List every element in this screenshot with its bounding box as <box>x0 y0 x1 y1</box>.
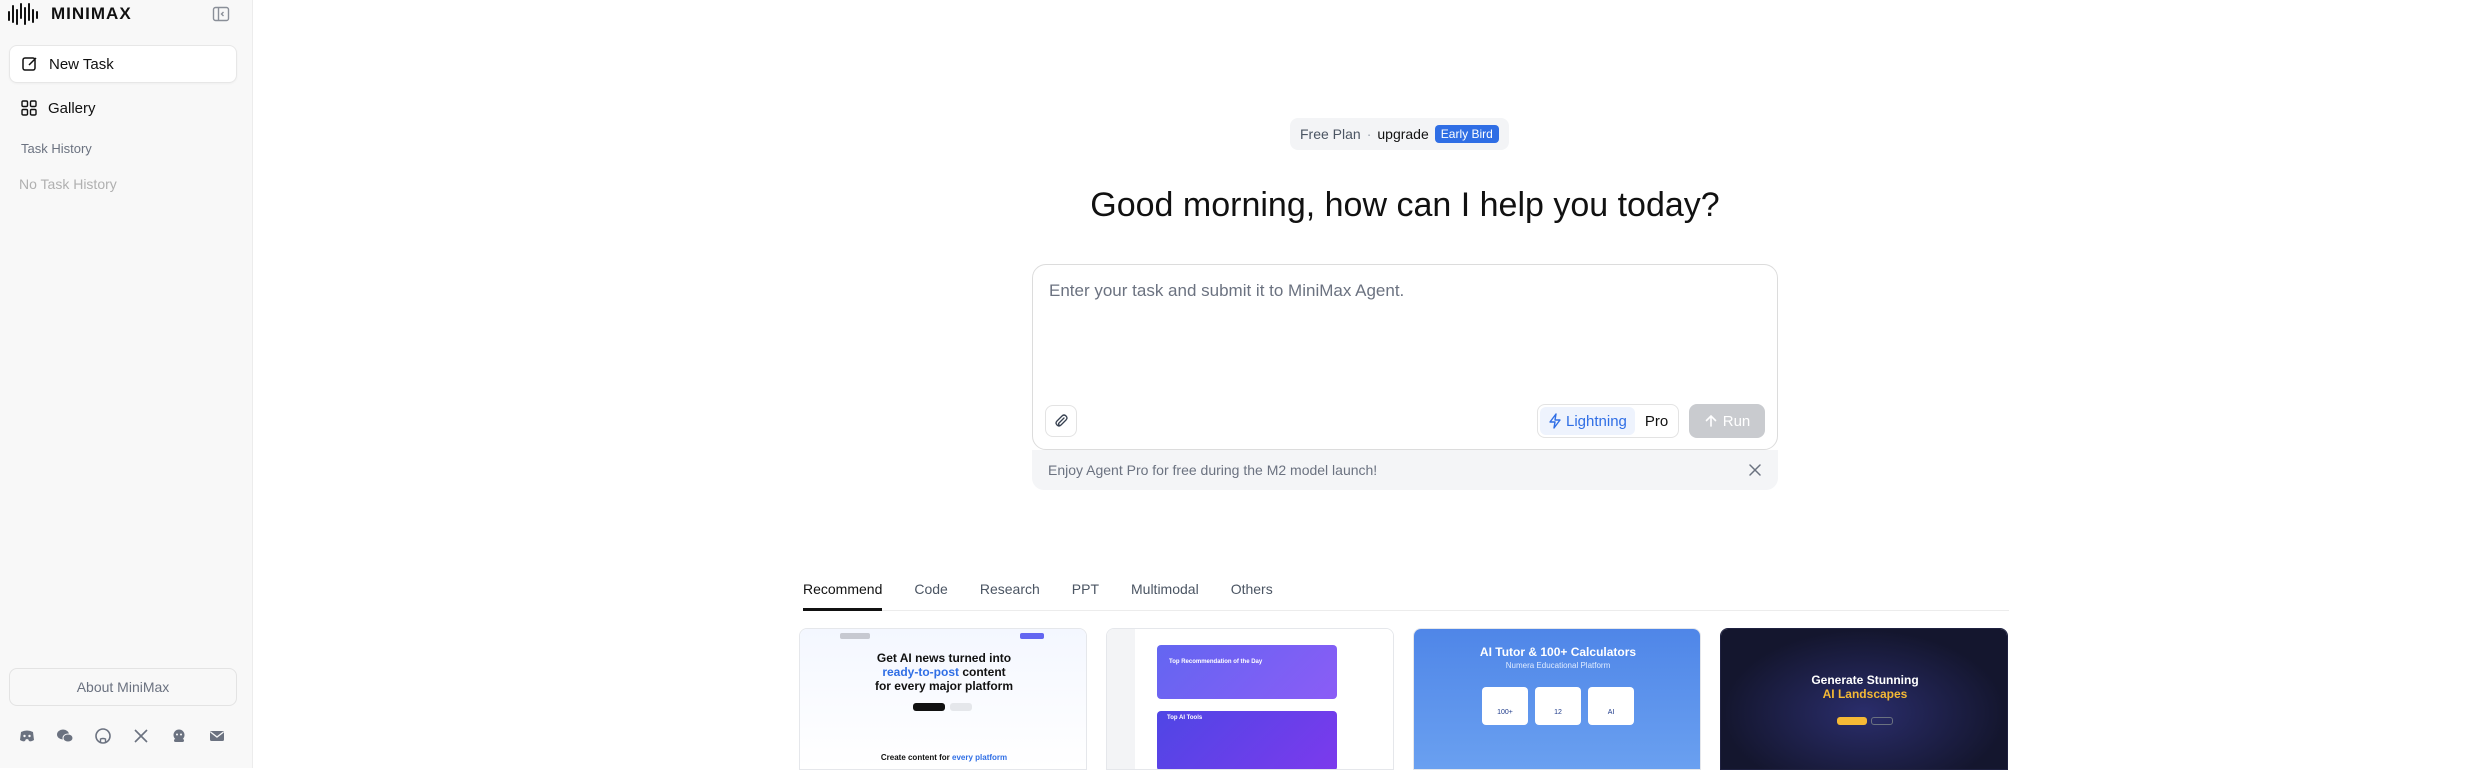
tab-recommend[interactable]: Recommend <box>803 575 883 611</box>
card-heading-line3: for every major platform <box>874 679 1014 693</box>
minimax-logo-icon <box>8 3 38 25</box>
grid-icon <box>21 100 37 116</box>
task-history-title: Task History <box>21 141 92 156</box>
mail-icon[interactable] <box>207 726 226 745</box>
card-nav-button <box>1020 633 1044 639</box>
card-stat: 100+ <box>1482 687 1528 725</box>
card-heading-end: content <box>962 665 1006 679</box>
tab-research[interactable]: Research <box>980 575 1040 610</box>
run-label: Run <box>1722 412 1751 430</box>
paperclip-icon <box>1055 414 1068 427</box>
sidebar: MINIMAX New Task Gallery Task History No… <box>0 0 253 768</box>
brand-name: MINIMAX <box>51 4 132 23</box>
card-heading-line2: ready-to-post content <box>800 665 1086 679</box>
card-stat: 12 <box>1535 687 1581 725</box>
card-section-title: Top AI Tools <box>1167 715 1203 721</box>
upgrade-link[interactable]: upgrade <box>1377 126 1428 142</box>
card-thumbnail: Generate Stunning AI Landscapes <box>1721 629 2007 769</box>
attach-button[interactable] <box>1045 405 1077 437</box>
tab-code[interactable]: Code <box>914 575 947 610</box>
gallery-tabs: Recommend Code Research PPT Multimodal O… <box>803 575 2009 611</box>
gallery-card[interactable]: Top Recommendation of the Day Top AI Too… <box>1106 628 1394 770</box>
gallery-button[interactable]: Gallery <box>9 89 237 127</box>
card-hero-title: Top Recommendation of the Day <box>1169 659 1263 665</box>
card-heading: Generate Stunning <box>1811 673 1919 687</box>
sidebar-toggle-icon <box>212 6 230 22</box>
promo-banner: Enjoy Agent Pro for free during the M2 m… <box>1032 450 1778 490</box>
social-links <box>17 726 226 745</box>
plan-separator: · <box>1366 126 1372 142</box>
tab-ppt[interactable]: PPT <box>1072 575 1099 610</box>
arrow-up-icon <box>1705 414 1717 427</box>
promo-text: Enjoy Agent Pro for free during the M2 m… <box>1048 462 1378 478</box>
card-subheading: Numera Educational Platform <box>1505 661 1611 670</box>
lightning-mode-button[interactable]: Lightning <box>1540 407 1635 435</box>
plan-name: Free Plan <box>1300 126 1361 142</box>
discord-icon[interactable] <box>17 726 36 745</box>
card-cta-secondary <box>1871 717 1893 725</box>
task-history-empty: No Task History <box>19 176 117 192</box>
gallery-card[interactable]: AI Tutor & 100+ Calculators Numera Educa… <box>1413 628 1701 770</box>
x-icon[interactable] <box>131 726 150 745</box>
pro-mode-button[interactable]: Pro <box>1637 407 1676 435</box>
card-cta-secondary <box>950 703 972 711</box>
card-highlight: ready-to-post <box>882 665 959 679</box>
new-task-button[interactable]: New Task <box>9 45 237 83</box>
pro-mode-label: Pro <box>1644 412 1669 430</box>
card-thumbnail: Top Recommendation of the Day Top AI Too… <box>1107 629 1393 769</box>
card-hero: Top Recommendation of the Day <box>1157 645 1337 699</box>
task-composer: Lightning Pro Run <box>1032 264 1778 450</box>
card-heading: AI Tutor & 100+ Calculators <box>1479 645 1637 659</box>
card-footer-text: Create content for <box>880 753 950 762</box>
new-task-label: New Task <box>49 55 114 73</box>
plan-status: Free Plan · upgrade Early Bird <box>1290 118 1509 150</box>
sidebar-collapse-button[interactable] <box>211 4 231 24</box>
card-thumbnail: Get AI news turned into ready-to-post co… <box>800 629 1086 769</box>
card-heading: Get AI news turned into ready-to-post co… <box>800 651 1086 693</box>
lightning-icon <box>1549 413 1561 429</box>
task-input[interactable] <box>1047 279 1757 369</box>
github-icon[interactable] <box>93 726 112 745</box>
card-cta <box>1837 717 1867 725</box>
gallery-label: Gallery <box>48 99 96 117</box>
gallery-card[interactable]: Generate Stunning AI Landscapes <box>1720 628 2008 770</box>
card-heading-line1: Get AI news turned into <box>876 651 1012 665</box>
card-sidebar <box>1107 629 1135 769</box>
tab-multimodal[interactable]: Multimodal <box>1131 575 1199 610</box>
card-highlight: AI Landscapes <box>1822 687 1908 701</box>
card-footer-highlight: every platform <box>952 753 1008 762</box>
promo-close-button[interactable] <box>1746 461 1764 479</box>
edit-icon <box>22 57 37 71</box>
card-stat: AI <box>1588 687 1634 725</box>
run-button[interactable]: Run <box>1689 404 1765 438</box>
about-minimax-button[interactable]: About MiniMax <box>9 668 237 706</box>
close-icon <box>1749 464 1761 476</box>
greeting-heading: Good morning, how can I help you today? <box>1090 186 1720 224</box>
early-bird-badge: Early Bird <box>1434 125 1499 143</box>
card-section: Top AI Tools <box>1157 711 1337 769</box>
mode-toggle: Lightning Pro <box>1537 404 1680 438</box>
lightning-mode-label: Lightning <box>1566 412 1627 430</box>
card-thumbnail: AI Tutor & 100+ Calculators Numera Educa… <box>1414 629 1700 769</box>
brand[interactable]: MINIMAX <box>7 2 132 26</box>
card-footer: Create content for every platform <box>800 753 1086 762</box>
wechat-icon[interactable] <box>55 726 74 745</box>
card-nav-bar <box>840 633 870 639</box>
community-icon[interactable] <box>169 726 188 745</box>
card-cta <box>913 703 945 711</box>
tab-others[interactable]: Others <box>1231 575 1273 610</box>
gallery-card[interactable]: Get AI news turned into ready-to-post co… <box>799 628 1087 770</box>
